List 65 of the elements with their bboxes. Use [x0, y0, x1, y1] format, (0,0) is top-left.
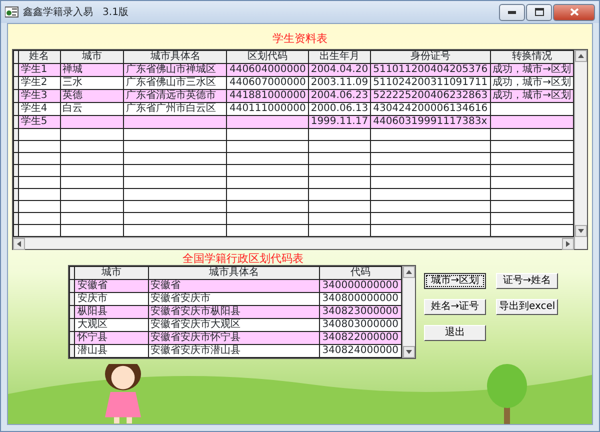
- column-header: 城市具体名: [148, 266, 320, 280]
- scroll-right-button[interactable]: [562, 238, 574, 250]
- action-button[interactable]: 导出到excel: [496, 299, 558, 315]
- action-button[interactable]: 退出: [424, 325, 486, 341]
- table-cell: 340822000000: [320, 332, 402, 344]
- column-header: 城市: [60, 50, 124, 64]
- table-cell: 440604000000: [226, 64, 308, 76]
- table-cell: 2004.04.20: [308, 64, 371, 76]
- column-header: 区划代码: [226, 50, 308, 64]
- table-cell: 340823000000: [320, 306, 402, 318]
- close-icon: [570, 8, 578, 16]
- right-arrow-icon: [566, 241, 570, 247]
- scroll-up-button[interactable]: [575, 50, 587, 62]
- table-cell: 2004.06.23: [308, 90, 371, 102]
- table-cell: 44060319991117383x: [370, 116, 490, 128]
- table-cell: 潜山县: [74, 344, 148, 358]
- up-arrow-icon: [578, 54, 584, 58]
- app-icon: [5, 6, 19, 18]
- table-cell: 学生5: [18, 116, 60, 128]
- table-cell: 成功，城市→区划: [490, 90, 574, 102]
- table-cell: 340824000000: [320, 344, 402, 358]
- down-arrow-icon: [406, 350, 412, 354]
- action-button[interactable]: 证号→姓名: [496, 273, 558, 289]
- column-header: 代码: [320, 266, 402, 280]
- scroll-down-button[interactable]: [402, 346, 415, 358]
- table-cell: 学生1: [18, 64, 60, 76]
- column-header: 出生年月: [308, 50, 371, 64]
- scroll-left-button[interactable]: [13, 238, 25, 250]
- column-header: 转换情况: [490, 50, 574, 64]
- column-header: 城市具体名: [124, 50, 227, 64]
- minimize-icon: [508, 10, 516, 14]
- up-arrow-icon: [406, 270, 412, 274]
- maximize-button[interactable]: [526, 4, 552, 20]
- maximize-icon: [534, 8, 544, 16]
- close-button[interactable]: [553, 4, 595, 20]
- minimize-button[interactable]: [499, 4, 525, 20]
- action-button[interactable]: 姓名→证号: [424, 299, 486, 315]
- table-cell: 安徽省: [148, 280, 320, 292]
- table-cell: 441881000000: [226, 90, 308, 102]
- table-title: 学生资料表: [272, 32, 328, 45]
- table-cell: 广东省佛山市禅城区: [124, 64, 227, 76]
- column-header: 姓名: [18, 50, 60, 64]
- table-cell: 成功，城市→区划: [490, 64, 574, 76]
- column-header: 身份证号: [370, 50, 490, 64]
- left-arrow-icon: [17, 241, 21, 247]
- table-cell: 安徽省安庆市枞阳县: [148, 306, 320, 318]
- table-cell: 怀宁县: [74, 332, 148, 344]
- table-cell: 广东省清远市英德市: [124, 90, 227, 102]
- table-cell: 枞阳县: [74, 306, 148, 318]
- table-title: 全国学籍行政区划代码表: [182, 252, 304, 265]
- table-cell: 安徽省: [74, 280, 148, 292]
- table-cell: 安徽省安庆市怀宁县: [148, 332, 320, 344]
- table-cell: 1999.11.17: [308, 116, 371, 128]
- scroll-up-button[interactable]: [402, 266, 415, 278]
- table-cell: 安徽省安庆市潜山县: [148, 344, 320, 358]
- window-title: 鑫鑫学籍录入易 3.1版: [23, 6, 128, 20]
- table-cell: 340000000000: [320, 280, 402, 292]
- table-cell: 禅城: [60, 64, 124, 76]
- table-cell: 学生3: [18, 90, 60, 102]
- table-cell: 511011200404205376: [370, 64, 490, 76]
- scroll-down-button[interactable]: [575, 225, 587, 237]
- table-cell: 522225200406232863: [370, 90, 490, 102]
- column-header: 城市: [74, 266, 148, 280]
- down-arrow-icon: [578, 229, 584, 233]
- table-cell: 英德: [60, 90, 124, 102]
